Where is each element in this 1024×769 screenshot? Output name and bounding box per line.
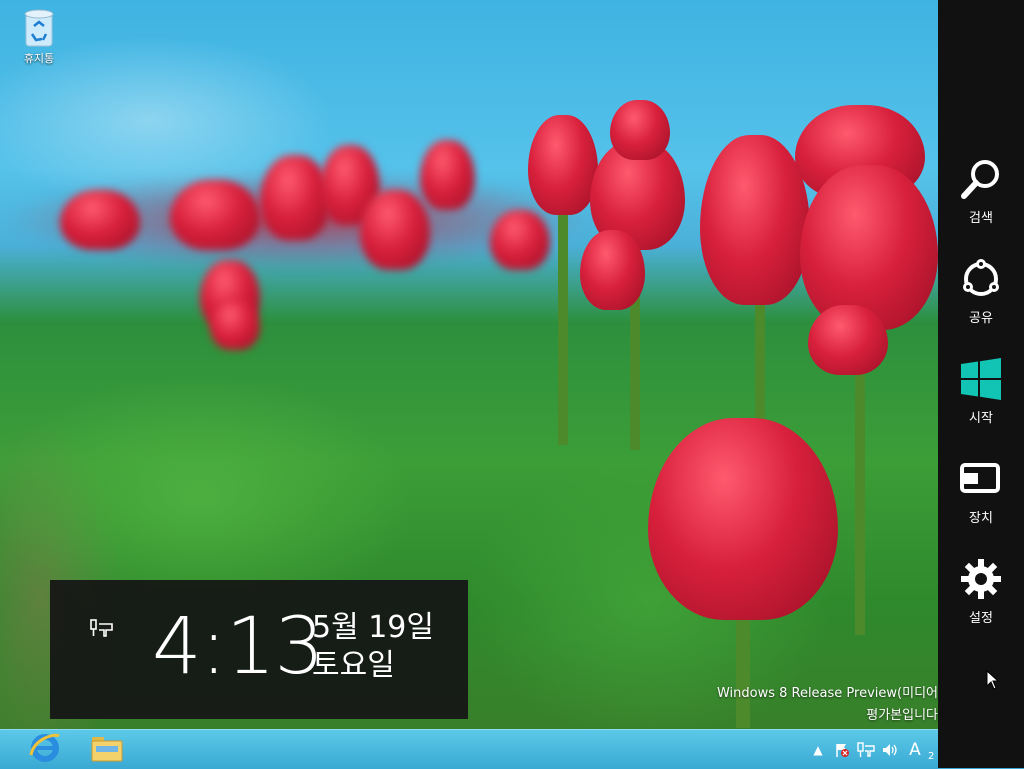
mouse-cursor-icon: [986, 669, 1000, 694]
clock-weekday: 토요일: [312, 648, 395, 683]
os-watermark: Windows 8 Release Preview(미디어 평가본입니다: [618, 683, 938, 727]
charm-start[interactable]: 시작: [938, 355, 1024, 443]
show-hidden-icons-button[interactable]: ▲: [806, 738, 830, 762]
charm-settings[interactable]: 설정: [938, 555, 1024, 643]
system-tray: ▲ A 2: [806, 730, 940, 769]
watermark-line2: 평가본입니다: [866, 708, 938, 723]
input-method-indicator[interactable]: A: [902, 738, 928, 762]
share-icon: [957, 255, 1005, 303]
clock-date: 5월 19일: [312, 610, 434, 645]
charm-share[interactable]: 공유: [938, 255, 1024, 343]
volume-icon[interactable]: [878, 738, 902, 762]
lock-clock-panel: 4:13 5월 19일 토요일: [50, 580, 468, 719]
charms-bar: 검색 공유 시작 장치 설정: [938, 0, 1024, 768]
taskbar-internet-explorer[interactable]: [16, 732, 74, 768]
watermark-line1: Windows 8 Release Preview(미디어: [716, 686, 938, 701]
charm-devices[interactable]: 장치: [938, 455, 1024, 543]
charm-search-label: 검색: [969, 211, 993, 226]
ie-icon: [28, 731, 62, 769]
recycle-bin-label: 휴지통: [23, 52, 55, 65]
charm-devices-label: 장치: [969, 511, 993, 526]
charm-settings-label: 설정: [969, 611, 993, 626]
taskbar-file-explorer[interactable]: [78, 732, 136, 768]
taskbar: ▲ A 2: [0, 729, 940, 769]
recycle-bin[interactable]: 휴지통: [14, 6, 64, 66]
ethernet-icon: [90, 618, 114, 642]
charm-share-label: 공유: [969, 311, 993, 326]
folder-icon: [90, 733, 124, 767]
charm-search[interactable]: 검색: [938, 155, 1024, 243]
action-center-flag-icon[interactable]: [830, 738, 854, 762]
clock-time: 4:13: [152, 602, 324, 692]
search-icon: [957, 155, 1005, 203]
recycle-bin-icon: [22, 6, 56, 48]
windows-logo-icon: [957, 355, 1005, 403]
charm-start-label: 시작: [969, 411, 993, 426]
settings-icon: [957, 555, 1005, 603]
devices-icon: [957, 455, 1005, 503]
network-icon[interactable]: [854, 738, 878, 762]
